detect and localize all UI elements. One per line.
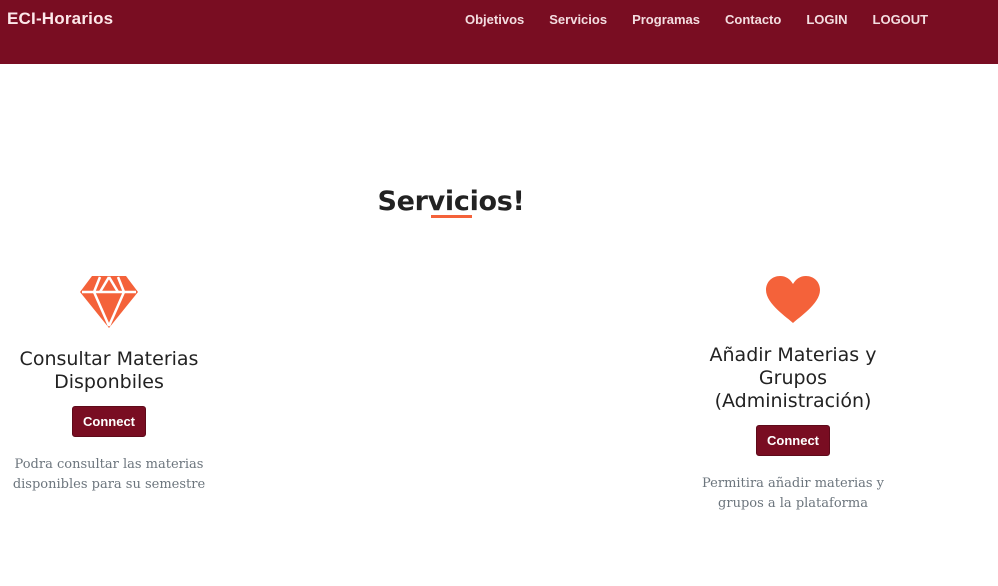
nav-link-logout[interactable]: LOGOUT xyxy=(873,12,929,27)
section-title: Servicios! xyxy=(377,186,525,218)
service-description-line: Permitira añadir materias y xyxy=(702,476,884,491)
service-title-line: Grupos xyxy=(758,367,828,389)
service-description-line: disponibles para su semestre xyxy=(12,477,206,492)
nav-link-programas[interactable]: Programas xyxy=(632,12,700,27)
top-navbar: ECI-Horarios Objetivos Servicios Program… xyxy=(0,0,998,64)
nav-link-login[interactable]: LOGIN xyxy=(806,12,847,27)
nav-link-servicios[interactable]: Servicios xyxy=(549,12,607,27)
service-description-line: Podra consultar las materias xyxy=(14,457,204,472)
nav-link-contacto[interactable]: Contacto xyxy=(725,12,781,27)
heart-icon xyxy=(766,276,820,323)
service-description: Permitira añadir materias y grupos a la … xyxy=(686,474,900,514)
service-title: Añadir Materias y Grupos (Administración… xyxy=(686,344,900,413)
nav-link-objetivos[interactable]: Objetivos xyxy=(465,12,524,27)
title-divider xyxy=(431,215,472,218)
service-title-line: Disponbiles xyxy=(54,371,164,393)
service-title: Consultar Materias Disponbiles xyxy=(0,348,218,394)
connect-button[interactable]: Connect xyxy=(756,425,830,456)
service-title-line: Consultar Materias xyxy=(19,348,199,370)
service-title-line: Añadir Materias y xyxy=(709,344,877,366)
service-description-line: grupos a la plataforma xyxy=(718,496,868,511)
service-description: Podra consultar las materias disponibles… xyxy=(0,455,218,495)
nav-links: Objetivos Servicios Programas Contacto L… xyxy=(465,12,953,27)
service-card-consultar: Consultar Materias Disponbiles Connect P… xyxy=(0,276,218,495)
service-card-anadir: Añadir Materias y Grupos (Administración… xyxy=(686,276,900,514)
brand-link[interactable]: ECI-Horarios xyxy=(7,9,113,29)
gem-icon xyxy=(80,276,138,328)
connect-button[interactable]: Connect xyxy=(72,406,146,437)
service-title-line: (Administración) xyxy=(714,390,872,412)
